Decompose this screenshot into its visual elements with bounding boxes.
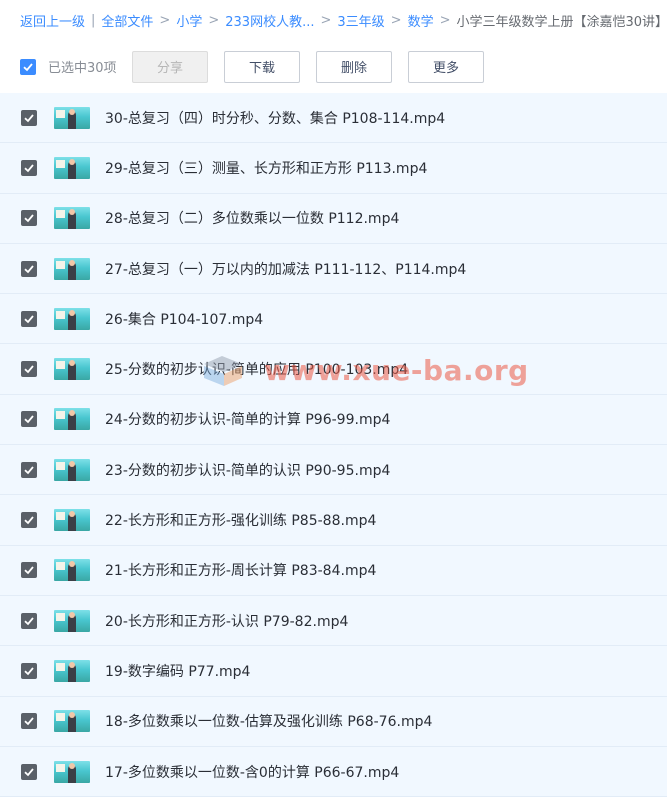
download-button[interactable]: 下载 [224,50,300,83]
row-checkbox[interactable] [21,662,37,679]
video-thumbnail [54,358,90,381]
file-name[interactable]: 25-分数的初步认识-简单的应用 P100-103.mp4 [105,359,408,379]
video-thumbnail [54,207,90,230]
row-checkbox[interactable] [21,159,37,176]
toolbar: 已选中30项 分享 下载 删除 更多 [0,40,667,94]
file-name[interactable]: 29-总复习（三）测量、长方形和正方形 P113.mp4 [105,158,427,178]
file-row[interactable]: 22-长方形和正方形-强化训练 P85-88.mp4 [0,495,667,546]
file-row[interactable]: 29-总复习（三）测量、长方形和正方形 P113.mp4 [0,143,667,194]
file-row[interactable]: 25-分数的初步认识-简单的应用 P100-103.mp4 [0,344,667,395]
file-row[interactable]: 30-总复习（四）时分秒、分数、集合 P108-114.mp4 [0,93,667,144]
video-thumbnail [54,609,90,632]
checkmark-icon [24,566,34,575]
row-checkbox[interactable] [21,562,37,579]
video-thumbnail [54,307,90,330]
video-thumbnail [54,710,90,733]
video-thumbnail [54,156,90,179]
file-name[interactable]: 20-长方形和正方形-认识 P79-82.mp4 [105,611,348,631]
video-thumbnail [54,559,90,582]
checkmark-icon [24,617,34,625]
file-row[interactable]: 17-多位数乘以一位数-含0的计算 P66-67.mp4 [0,746,667,797]
file-row[interactable]: 21-长方形和正方形-周长计算 P83-84.mp4 [0,545,667,596]
file-name[interactable]: 27-总复习（一）万以内的加减法 P111-112、P114.mp4 [105,259,466,279]
breadcrumb-item-primary[interactable]: 小学 [176,11,202,30]
file-row[interactable]: 18-多位数乘以一位数-估算及强化训练 P68-76.mp4 [0,696,667,747]
row-checkbox[interactable] [21,109,37,126]
checkmark-icon [24,516,34,525]
row-checkbox[interactable] [21,210,37,227]
row-checkbox[interactable] [21,461,37,478]
checkmark-icon [24,264,34,273]
breadcrumb-item-grade[interactable]: 3三年级 [337,11,384,30]
checkmark-icon [24,164,34,173]
file-name[interactable]: 26-集合 P104-107.mp4 [105,309,263,329]
video-thumbnail [54,509,90,532]
video-thumbnail [54,760,90,783]
file-name[interactable]: 21-长方形和正方形-周长计算 P83-84.mp4 [105,560,376,580]
file-row[interactable]: 23-分数的初步认识-简单的认识 P90-95.mp4 [0,445,667,496]
row-checkbox[interactable] [21,512,37,529]
file-list: 30-总复习（四）时分秒、分数、集合 P108-114.mp4 29-总复习（三）… [0,93,667,797]
checkmark-icon [24,667,34,676]
file-row[interactable]: 20-长方形和正方形-认识 P79-82.mp4 [0,595,667,647]
checkmark-icon [24,717,34,726]
breadcrumb-item-all-files[interactable]: 全部文件 [101,11,153,30]
chevron-right-icon: > [208,12,220,28]
file-row[interactable]: 28-总复习（二）多位数乘以一位数 P112.mp4 [0,193,667,244]
video-thumbnail [54,257,90,280]
row-checkbox[interactable] [21,260,37,277]
more-button[interactable]: 更多 [408,50,484,83]
breadcrumb: 返回上一级 | 全部文件 > 小学 > 233网校人教... > 3三年级 > … [0,0,667,40]
back-link[interactable]: 返回上一级 [20,11,85,30]
checkmark-icon [24,415,34,424]
checkmark-icon [24,214,34,223]
breadcrumb-item-school[interactable]: 233网校人教... [225,11,314,30]
file-name[interactable]: 17-多位数乘以一位数-含0的计算 P66-67.mp4 [105,762,399,782]
selected-count: 已选中30项 [48,61,117,76]
breadcrumb-current-folder: 小学三年级数学上册【涂嘉恺30讲】 [456,14,667,30]
file-row[interactable]: 26-集合 P104-107.mp4 [0,294,667,345]
row-checkbox[interactable] [21,361,37,378]
file-row[interactable]: 19-数字编码 P77.mp4 [0,646,667,697]
row-checkbox[interactable] [21,310,37,327]
checkmark-icon [24,767,34,776]
checkmark-icon [24,315,34,324]
breadcrumb-bar-separator: | [91,12,96,28]
file-name[interactable]: 18-多位数乘以一位数-估算及强化训练 P68-76.mp4 [105,711,432,731]
checkmark-icon [24,114,34,122]
chevron-right-icon: > [159,12,171,28]
chevron-right-icon: > [390,12,402,28]
file-row[interactable]: 27-总复习（一）万以内的加减法 P111-112、P114.mp4 [0,243,667,295]
checkmark-icon [23,62,33,71]
video-thumbnail [54,659,90,682]
video-thumbnail [54,458,90,481]
row-checkbox[interactable] [21,411,37,428]
delete-button[interactable]: 删除 [316,50,392,83]
checkmark-icon [24,466,34,475]
video-thumbnail [54,106,90,129]
file-name[interactable]: 19-数字编码 P77.mp4 [105,661,250,681]
checkmark-icon [24,365,34,374]
row-checkbox[interactable] [21,713,37,730]
file-name[interactable]: 24-分数的初步认识-简单的计算 P96-99.mp4 [105,409,390,429]
file-name[interactable]: 28-总复习（二）多位数乘以一位数 P112.mp4 [105,208,399,228]
breadcrumb-item-math[interactable]: 数学 [408,11,434,30]
select-all-checkbox[interactable] [20,58,36,75]
file-row[interactable]: 24-分数的初步认识-简单的计算 P96-99.mp4 [0,394,667,446]
file-name[interactable]: 30-总复习（四）时分秒、分数、集合 P108-114.mp4 [105,108,445,128]
chevron-right-icon: > [320,12,332,28]
file-name[interactable]: 22-长方形和正方形-强化训练 P85-88.mp4 [105,510,376,530]
file-name[interactable]: 23-分数的初步认识-简单的认识 P90-95.mp4 [105,460,390,480]
chevron-right-icon: > [439,12,451,28]
share-button[interactable]: 分享 [132,50,208,83]
video-thumbnail [54,408,90,431]
row-checkbox[interactable] [21,612,37,629]
row-checkbox[interactable] [21,763,37,780]
